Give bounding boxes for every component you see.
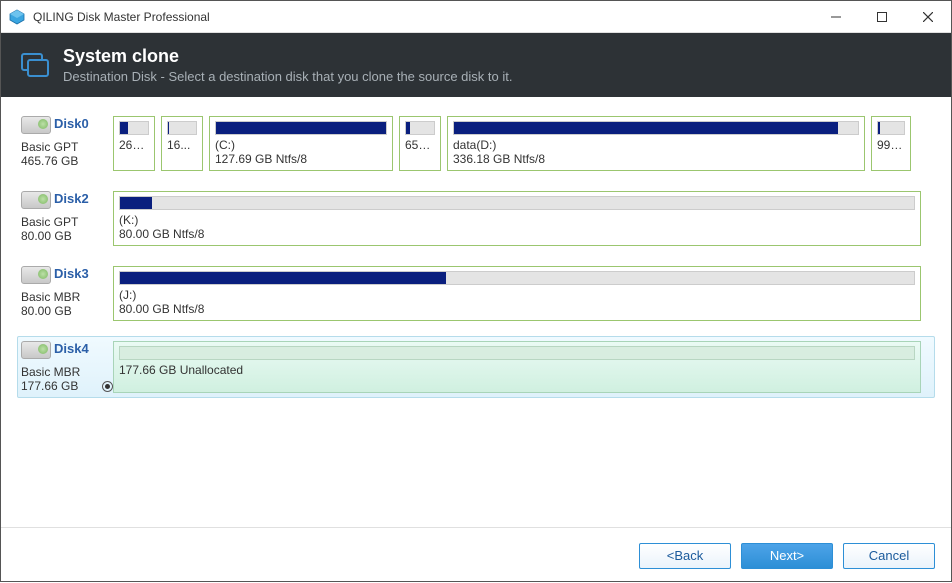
disk-radio[interactable] <box>102 381 113 392</box>
partition-group: (K:)80.00 GB Ntfs/8 <box>113 191 931 246</box>
disk-icon <box>21 116 51 134</box>
partition-label: (K:) <box>119 213 915 227</box>
disk-size: 80.00 GB <box>21 304 113 318</box>
partition-sublabel: 80.00 GB Ntfs/8 <box>119 227 915 241</box>
disk-type: Basic GPT <box>21 215 113 229</box>
partition-sublabel: 80.00 GB Ntfs/8 <box>119 302 915 316</box>
partition[interactable]: 16... <box>161 116 203 171</box>
disk-info: Disk2 Basic GPT80.00 GB <box>21 191 113 246</box>
partition-sublabel: 995... <box>877 138 905 152</box>
page-subtitle: Destination Disk - Select a destination … <box>63 69 512 84</box>
partition[interactable]: 260... <box>113 116 155 171</box>
usage-bar <box>405 121 435 135</box>
disk-name: Disk3 <box>54 266 89 281</box>
usage-bar <box>453 121 859 135</box>
disk-type: Basic MBR <box>21 290 113 304</box>
disk-row[interactable]: Disk4 Basic MBR177.66 GB 177.66 GB Unalloc… <box>17 336 935 398</box>
partition-sublabel: 260... <box>119 138 149 152</box>
disk-type: Basic MBR <box>21 365 113 379</box>
partition-sublabel: 177.66 GB Unallocated <box>119 363 915 377</box>
partition-sublabel: 336.18 GB Ntfs/8 <box>453 152 859 166</box>
usage-bar <box>167 121 197 135</box>
usage-bar <box>877 121 905 135</box>
page-header: System clone Destination Disk - Select a… <box>1 33 951 97</box>
back-button[interactable]: <Back <box>639 543 731 569</box>
usage-bar <box>215 121 387 135</box>
disk-row[interactable]: Disk2Basic GPT80.00 GB(K:)80.00 GB Ntfs/… <box>17 186 935 251</box>
usage-bar <box>119 346 915 360</box>
disk-info: Disk4 Basic MBR177.66 GB <box>21 341 113 393</box>
partition-label: (J:) <box>119 288 915 302</box>
partition[interactable]: (J:)80.00 GB Ntfs/8 <box>113 266 921 321</box>
partition[interactable]: (K:)80.00 GB Ntfs/8 <box>113 191 921 246</box>
partition[interactable]: data(D:)336.18 GB Ntfs/8 <box>447 116 865 171</box>
header-text: System clone Destination Disk - Select a… <box>63 46 512 84</box>
close-button[interactable] <box>905 1 951 33</box>
disk-icon <box>21 191 51 209</box>
partition[interactable]: 177.66 GB Unallocated <box>113 341 921 393</box>
disk-info: Disk3 Basic MBR80.00 GB <box>21 266 113 321</box>
cancel-button[interactable]: Cancel <box>843 543 935 569</box>
usage-bar <box>119 196 915 210</box>
partition[interactable]: 653... <box>399 116 441 171</box>
partition-label: data(D:) <box>453 138 859 152</box>
disk-name: Disk0 <box>54 116 89 131</box>
disk-type: Basic GPT <box>21 140 113 154</box>
disk-name: Disk2 <box>54 191 89 206</box>
partition-label: (C:) <box>215 138 387 152</box>
usage-bar <box>119 121 149 135</box>
partition-sublabel: 653... <box>405 138 435 152</box>
clone-icon <box>19 49 51 81</box>
partition-group: 260... 16... (C:)127.69 GB Ntfs/8 653... dat… <box>113 116 931 171</box>
disk-size: 80.00 GB <box>21 229 113 243</box>
window-controls <box>813 1 951 33</box>
next-button[interactable]: Next> <box>741 543 833 569</box>
disk-info: Disk0 Basic GPT465.76 GB <box>21 116 113 171</box>
usage-bar <box>119 271 915 285</box>
partition-group: (J:)80.00 GB Ntfs/8 <box>113 266 931 321</box>
disk-size: 465.76 GB <box>21 154 113 168</box>
app-title: QILING Disk Master Professional <box>33 10 813 24</box>
partition-sublabel: 16... <box>167 138 197 152</box>
partition-group: 177.66 GB Unallocated <box>113 341 931 393</box>
partition[interactable]: (C:)127.69 GB Ntfs/8 <box>209 116 393 171</box>
partition-sublabel: 127.69 GB Ntfs/8 <box>215 152 387 166</box>
disk-row[interactable]: Disk3Basic MBR80.00 GB(J:)80.00 GB Ntfs/… <box>17 261 935 326</box>
disk-icon <box>21 266 51 284</box>
minimize-button[interactable] <box>813 1 859 33</box>
disk-list: Disk0Basic GPT465.76 GB260...16...(C:)12… <box>1 97 951 527</box>
footer: <Back Next> Cancel <box>1 527 951 583</box>
maximize-button[interactable] <box>859 1 905 33</box>
disk-icon <box>21 341 51 359</box>
disk-size: 177.66 GB <box>21 379 113 393</box>
disk-name: Disk4 <box>54 341 89 356</box>
titlebar: QILING Disk Master Professional <box>1 1 951 33</box>
page-title: System clone <box>63 46 512 67</box>
disk-row[interactable]: Disk0 Basic GPT465.76 GB 260... 16... (C:)12… <box>17 111 935 176</box>
partition[interactable]: 995... <box>871 116 911 171</box>
app-icon <box>9 9 25 25</box>
